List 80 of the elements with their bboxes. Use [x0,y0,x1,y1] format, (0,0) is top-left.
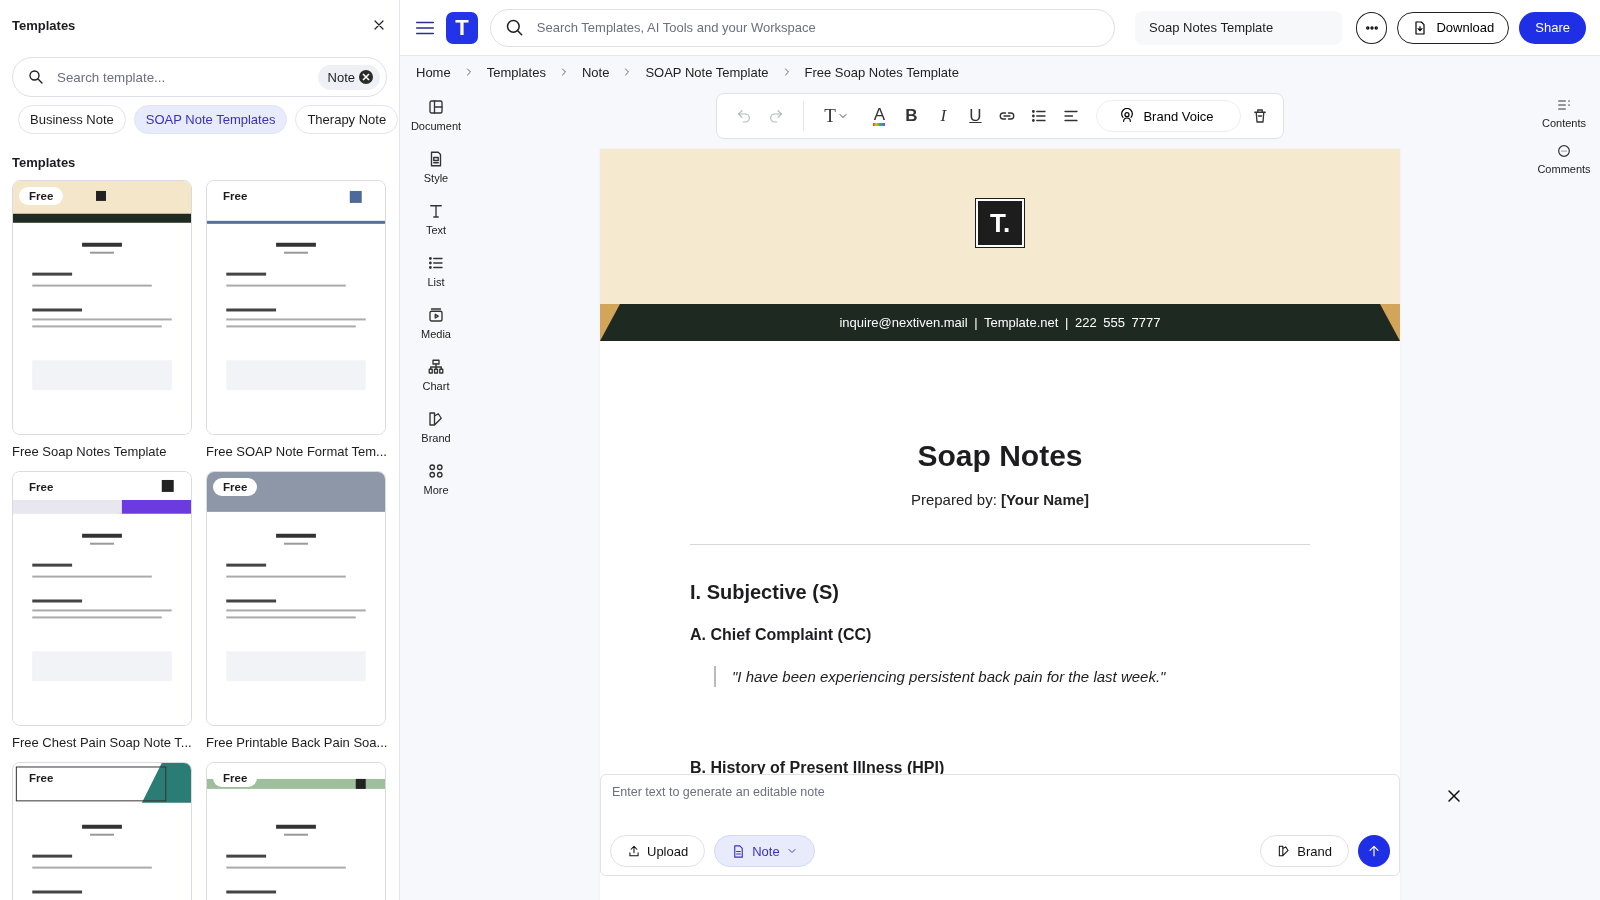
template-card[interactable]: Free [12,471,192,726]
template-title[interactable]: Free SOAP Note Format Tem... [206,444,386,459]
tool-button[interactable]: More [423,462,449,496]
search-icon [27,68,45,86]
arrow-up-icon [1366,843,1382,859]
template-card[interactable]: Free [206,762,386,900]
template-card[interactable]: Free [206,471,386,726]
swatch-icon [1277,844,1292,858]
text-style-button[interactable]: T [818,101,855,131]
layout-icon [427,98,445,116]
subsection-heading: B. History of Present Illness (HPI) [690,759,946,777]
category-chip[interactable]: Business Note [18,105,126,134]
outline-icon [1556,97,1572,113]
tool-button[interactable]: Media [421,306,451,340]
prompt-field[interactable]: Enter text to generate an editable note Upload Note Brand [600,774,1400,876]
tool-button[interactable]: Style [423,150,449,184]
tool-button[interactable]: Document [410,98,462,132]
tool-button[interactable]: Brand [421,410,451,444]
tool-button[interactable]: List [427,254,445,288]
prompt-input[interactable]: Enter text to generate an editable note [610,783,1390,827]
app-logo[interactable]: T [446,11,478,44]
italic-button[interactable]: I [930,101,957,131]
template-title[interactable]: Free Soap Notes Template [12,444,192,459]
template-card[interactable]: Free [206,180,386,435]
search-icon [504,17,525,38]
brand-voice-button[interactable]: Brand Voice [1096,100,1241,132]
upload-icon [627,844,641,858]
more-icon [1365,25,1378,30]
send-button[interactable] [1358,835,1390,867]
list-icon [1030,107,1049,125]
prepared-by-text: Prepared by: [Your Name] [909,491,1091,508]
subsection-heading: A. Chief Complaint (CC) [690,626,873,644]
panel-button[interactable]: Comments [1537,143,1591,175]
voice-icon [1119,108,1136,124]
breadcrumb-link[interactable]: Free Soap Notes Template [804,64,959,80]
breadcrumb-link[interactable]: SOAP Note Template [645,64,769,80]
category-chip[interactable]: SOAP Note Templates [133,105,288,134]
template-card[interactable]: Free [12,762,192,900]
text-icon [427,202,445,220]
redo-icon [768,108,785,124]
panel-button[interactable]: Contents [1542,97,1586,129]
breadcrumb-link[interactable]: Templates [486,64,546,80]
hierarchy-icon [427,358,445,376]
more-button[interactable] [1355,11,1388,44]
section-title: Templates [12,155,77,170]
breadcrumb-link[interactable]: Home [416,64,451,80]
template-title[interactable]: Free Printable Back Pain Soa... [206,735,386,750]
template-card[interactable]: Free [12,180,192,435]
download-button[interactable]: Download [1397,11,1510,44]
comment-icon [1556,143,1572,159]
underline-button[interactable]: U [962,101,989,131]
media-icon [427,306,445,324]
share-button[interactable]: Share [1519,11,1586,44]
free-badge: Free [213,478,258,496]
swatch-icon [427,410,445,428]
section-heading: I. Subjective (S) [690,581,840,604]
upload-button[interactable]: Upload [610,835,706,867]
company-logo: T. [976,199,1024,247]
document-name-field[interactable]: Soap Notes Template [1135,10,1342,45]
contact-text: inquire@nextiven.mail | Template.net | 222 555 7777 [839,315,1161,330]
category-chip[interactable]: Therapy Note [295,105,399,134]
search-input[interactable]: Search template... [55,68,308,86]
tool-button[interactable]: Chart [422,358,450,392]
grid-icon [427,462,445,480]
tool-button[interactable]: Text [425,202,447,236]
breadcrumb-link[interactable]: Note [581,64,610,80]
template-title[interactable]: Free Chest Pain Soap Note T... [12,735,192,750]
filter-tag[interactable]: Note [317,64,380,90]
search-input[interactable]: Search Templates, AI Tools and your Workspace [534,19,1101,36]
panel-title: Templates [12,17,76,33]
remove-icon[interactable] [359,70,373,84]
quote-text: "I have been experiencing persistent back pain for the last week." [714,666,1310,687]
free-badge: Free [19,187,64,205]
brand-button[interactable]: Brand [1260,835,1349,867]
bold-button[interactable]: B [898,101,925,131]
undo-icon [736,108,753,124]
text-color-button[interactable]: A [866,101,893,131]
document-title: Soap Notes [916,439,1084,473]
list-icon [427,254,445,272]
note-type-dropdown[interactable]: Note [714,835,815,867]
